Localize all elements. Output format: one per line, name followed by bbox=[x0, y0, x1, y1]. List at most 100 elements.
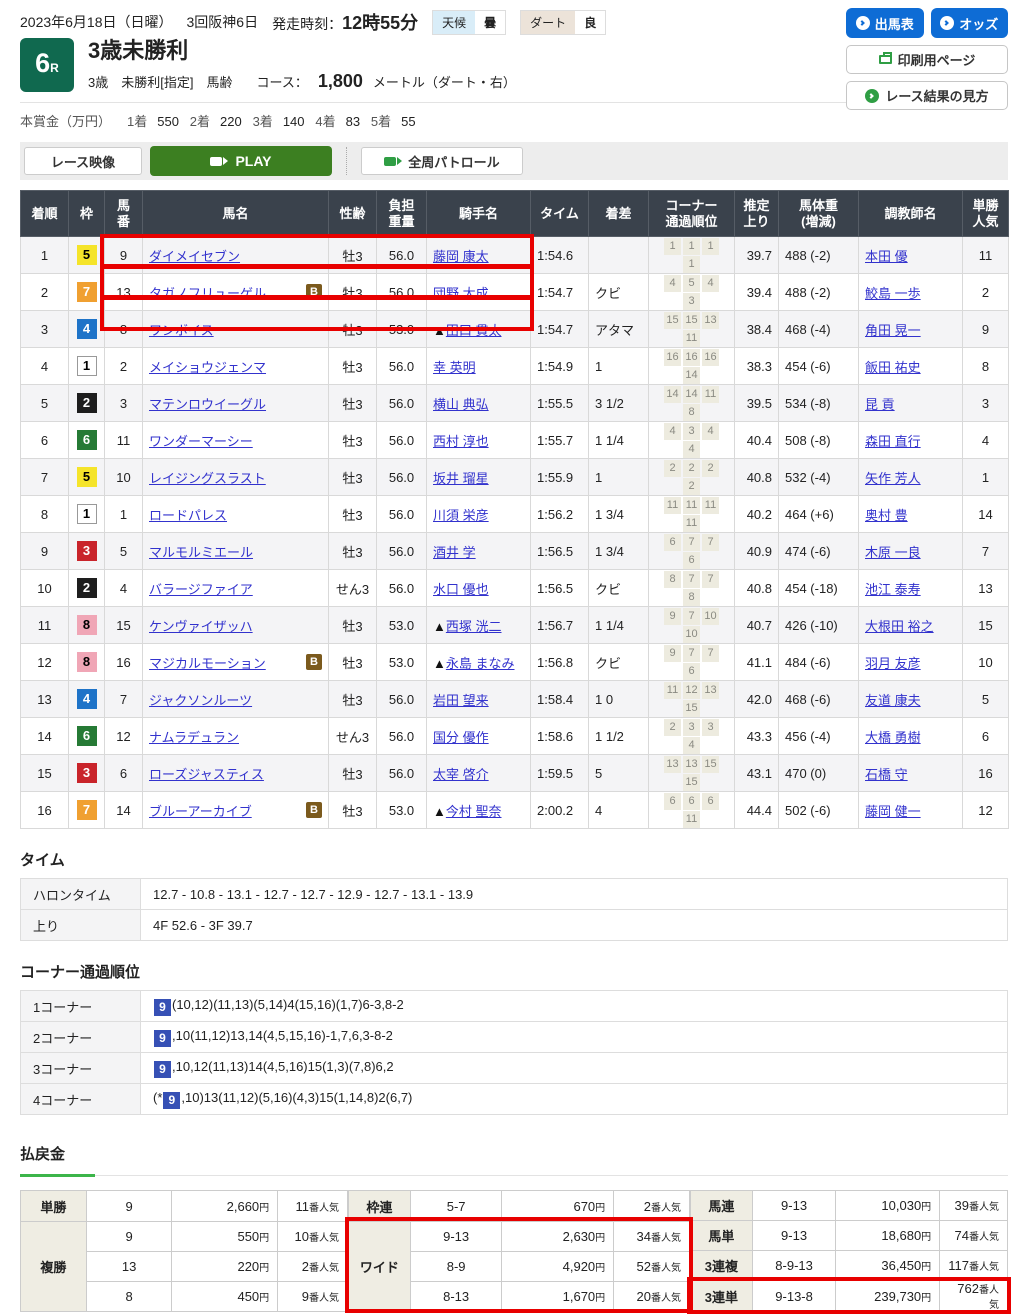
horse-name-link[interactable]: レイジングスラスト bbox=[149, 471, 266, 486]
cell-popularity: 2 bbox=[963, 274, 1009, 311]
trainer-link[interactable]: 鮫島 一歩 bbox=[865, 286, 921, 301]
horse-name-link[interactable]: ナムラデュラン bbox=[149, 730, 239, 745]
jockey-link[interactable]: 永島 まなみ bbox=[446, 656, 515, 671]
payout-row-fukusho: 複勝 9 550円 10番人気 bbox=[21, 1221, 348, 1251]
corner-pos: 2 bbox=[664, 460, 681, 477]
payout-popularity: 10番人気 bbox=[278, 1221, 348, 1251]
jockey-link[interactable]: 川須 栄彦 bbox=[433, 508, 489, 523]
horse-name-link[interactable]: ダイメイセブン bbox=[149, 249, 240, 264]
jockey-link[interactable]: 西塚 洸二 bbox=[446, 619, 502, 634]
trainer-link[interactable]: 石橋 守 bbox=[865, 767, 908, 782]
horse-name-link[interactable]: バラージファイア bbox=[149, 582, 253, 597]
play-button[interactable]: PLAY bbox=[150, 146, 332, 176]
cell-corner-order: 11121315 bbox=[649, 681, 735, 718]
horse-name-link[interactable]: ケンヴァイザッハ bbox=[149, 619, 253, 634]
cell-corner-order: 11111111 bbox=[649, 496, 735, 533]
horse-name-link[interactable]: ワンダーマーシー bbox=[149, 434, 253, 449]
time-row: 上り 4F 52.6 - 3F 39.7 bbox=[21, 910, 1008, 941]
jockey-link[interactable]: 国分 優作 bbox=[433, 730, 489, 745]
jockey-link[interactable]: 岩田 望来 bbox=[433, 693, 489, 708]
prize-place: 4着 bbox=[315, 114, 335, 129]
corner-row-label: 1コーナー bbox=[21, 991, 141, 1022]
cell-time: 1:58.4 bbox=[531, 681, 589, 718]
results-header-row: 着順 枠 馬 番 馬名 性齢 負担 重量 騎手名 タイム 着差 コーナー 通過順… bbox=[21, 191, 1009, 237]
horse-name-link[interactable]: ワンボイス bbox=[149, 323, 214, 338]
jockey-link[interactable]: 田口 貫太 bbox=[446, 323, 502, 338]
horse-name-link[interactable]: マジカルモーション bbox=[149, 656, 266, 671]
trainer-link[interactable]: 藤岡 健一 bbox=[865, 804, 921, 819]
trainer-link[interactable]: 矢作 芳人 bbox=[865, 471, 921, 486]
cell-corner-order: 971010 bbox=[649, 607, 735, 644]
payout-amount: 18,680円 bbox=[836, 1221, 940, 1251]
cell-popularity: 9 bbox=[963, 311, 1009, 348]
jockey-link[interactable]: 水口 優也 bbox=[433, 582, 489, 597]
horse-name-link[interactable]: ブルーアーカイブ bbox=[149, 804, 252, 819]
corner-pos: 14 bbox=[664, 386, 681, 403]
payout-row-wakuren: 枠連 5-7 670円 2番人気 bbox=[349, 1191, 690, 1221]
jockey-link[interactable]: 横山 典弘 bbox=[433, 397, 489, 412]
race-movie-button[interactable]: レース映像 bbox=[24, 147, 142, 175]
cell-corner-order: 8778 bbox=[649, 570, 735, 607]
frame-number-badge: 2 bbox=[77, 393, 97, 413]
payout-popularity: 52番人気 bbox=[614, 1251, 690, 1281]
horse-name-link[interactable]: ジャクソンルーツ bbox=[149, 693, 252, 708]
payout-number: 9-13 bbox=[410, 1221, 502, 1251]
cell-finish-position: 12 bbox=[21, 644, 69, 681]
trainer-link[interactable]: 飯田 祐史 bbox=[865, 360, 921, 375]
trainer-link[interactable]: 羽月 友彦 bbox=[865, 656, 921, 671]
horse-name-link[interactable]: ロードパレス bbox=[149, 508, 227, 523]
trainer-link[interactable]: 木原 一良 bbox=[865, 545, 921, 560]
jockey-link[interactable]: 西村 淳也 bbox=[433, 434, 489, 449]
horse-name-link[interactable]: ローズジャスティス bbox=[149, 767, 264, 782]
cell-horse-number: 4 bbox=[105, 570, 143, 607]
cell-time: 1:56.7 bbox=[531, 607, 589, 644]
jockey-link[interactable]: 太宰 啓介 bbox=[433, 767, 489, 782]
trainer-link[interactable]: 大根田 裕之 bbox=[865, 619, 934, 634]
jockey-link[interactable]: 幸 英明 bbox=[433, 360, 476, 375]
cell-horse-weight: 488 (-2) bbox=[779, 274, 859, 311]
horse-name-link[interactable]: メイショウジェンマ bbox=[149, 360, 266, 375]
header-last3f: 推定 上り bbox=[735, 191, 779, 237]
trainer-link[interactable]: 奥村 豊 bbox=[865, 508, 908, 523]
trainer-link[interactable]: 角田 晃一 bbox=[865, 323, 921, 338]
cell-last3f: 40.8 bbox=[735, 570, 779, 607]
shutsuba-button[interactable]: 出馬表 bbox=[846, 8, 924, 38]
horse-name-link[interactable]: タガノフリューゲル bbox=[149, 286, 266, 301]
horse-name-link[interactable]: マルモルミエール bbox=[149, 545, 253, 560]
jockey-link[interactable]: 藤岡 康太 bbox=[433, 249, 489, 264]
jockey-link[interactable]: 今村 聖奈 bbox=[446, 804, 502, 819]
trainer-link[interactable]: 昆 貢 bbox=[865, 397, 895, 412]
corner-pos: 6 bbox=[683, 793, 700, 810]
corner-pos: 16 bbox=[683, 349, 700, 366]
payout-amount: 4,920円 bbox=[502, 1251, 614, 1281]
trainer-link[interactable]: 池江 泰寿 bbox=[865, 582, 921, 597]
payout-table-right: 馬連 9-13 10,030円 39番人気 馬単 9-13 18,680円 74… bbox=[690, 1190, 1008, 1312]
cell-horse-weight: 454 (-18) bbox=[779, 570, 859, 607]
print-page-button[interactable]: 印刷用ページ bbox=[846, 45, 1008, 74]
payout-label: 馬単 bbox=[690, 1221, 752, 1251]
cell-corner-order: 1111 bbox=[649, 237, 735, 274]
jockey-link[interactable]: 団野 大成 bbox=[433, 286, 489, 301]
trainer-link[interactable]: 本田 優 bbox=[865, 249, 908, 264]
cell-last3f: 40.4 bbox=[735, 422, 779, 459]
cell-horse-weight: 456 (-4) bbox=[779, 718, 859, 755]
corner-row-value: (*9,10)13(11,12)(5,16)(4,3)15(1,14,8)2(6… bbox=[141, 1084, 1008, 1115]
patrol-video-button[interactable]: 全周パトロール bbox=[361, 147, 523, 175]
jockey-link[interactable]: 酒井 学 bbox=[433, 545, 476, 560]
corner-pos: 15 bbox=[683, 700, 700, 717]
odds-button[interactable]: オッズ bbox=[931, 8, 1009, 38]
trainer-link[interactable]: 大橋 勇樹 bbox=[865, 730, 921, 745]
horse-name-link[interactable]: マテンロウイーグル bbox=[149, 397, 266, 412]
corner-row: 1コーナー 9(10,12)(11,13)(5,14)4(15,16)(1,7)… bbox=[21, 991, 1008, 1022]
trainer-link[interactable]: 友道 康夫 bbox=[865, 693, 921, 708]
cell-sex-age: 牡3 bbox=[329, 348, 377, 385]
result-guide-button[interactable]: レース結果の見方 bbox=[846, 81, 1008, 110]
frame-number-badge: 7 bbox=[77, 282, 97, 302]
time-row-label: 上り bbox=[21, 910, 141, 941]
cell-load-weight: 56.0 bbox=[377, 459, 427, 496]
trainer-link[interactable]: 森田 直行 bbox=[865, 434, 921, 449]
cell-sex-age: 牡3 bbox=[329, 681, 377, 718]
winner-number-badge: 9 bbox=[154, 1030, 171, 1047]
corner-pos: 8 bbox=[683, 589, 700, 606]
jockey-link[interactable]: 坂井 瑠星 bbox=[433, 471, 489, 486]
